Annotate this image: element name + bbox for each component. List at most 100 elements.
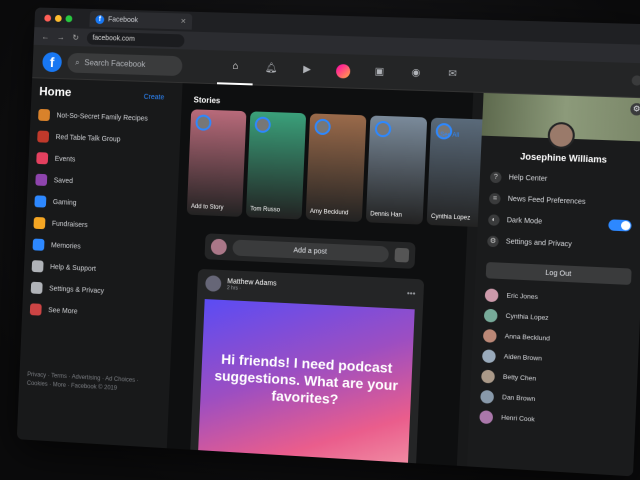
close-tab-icon[interactable]: ✕ [180, 17, 186, 25]
video-icon[interactable]: ▶ [288, 52, 325, 87]
more-options-icon[interactable]: ••• [407, 288, 416, 297]
photo-icon[interactable] [394, 247, 410, 263]
story-card[interactable]: Dennis Han [365, 115, 428, 225]
sidebar-footer: Privacy · Terms · Advertising · Ad Choic… [26, 371, 139, 392]
post-text: Hi friends! I need podcast suggestions. … [214, 350, 399, 407]
minimize-window-button[interactable] [54, 14, 62, 22]
forward-icon[interactable]: → [57, 32, 65, 41]
post-status-card: Hi friends! I need podcast suggestions. … [198, 299, 415, 463]
contact-name: Dan Brown [501, 393, 536, 403]
marketplace-icon[interactable]: ▣ [361, 54, 399, 89]
profile-avatar[interactable] [547, 121, 576, 150]
story-avatar [195, 114, 212, 131]
sidebar-item-icon [32, 238, 45, 251]
see-all-link[interactable]: See All [440, 132, 459, 139]
contact-name: Aiden Brown [503, 352, 543, 363]
left-sidebar: Home Create Not-So-Secret Family Recipes… [17, 78, 173, 447]
sidebar-item-icon [37, 130, 50, 143]
groups-icon[interactable]: ◉ [397, 55, 435, 91]
story-avatar [314, 118, 332, 136]
sidebar-title: Home [39, 84, 72, 100]
avatar [483, 308, 498, 323]
create-link[interactable]: Create [144, 94, 165, 102]
stories-row: Add to Story Tom Russo Amy Becklund Dennis … [186, 109, 489, 228]
avatar [210, 238, 228, 256]
story-name: Amy Becklund [309, 208, 349, 217]
story-name: Cynthia Lopez [430, 213, 471, 222]
url-text: facebook.com [92, 34, 135, 43]
avatar [484, 287, 499, 302]
menu-item-icon: ⚙ [487, 235, 499, 248]
contact-name: Eric Jones [506, 291, 539, 301]
home-icon[interactable]: ⌂ [216, 49, 255, 85]
story-avatar [254, 116, 272, 134]
avatar [480, 389, 495, 404]
story-card[interactable]: Amy Becklund [305, 113, 367, 223]
facebook-logo-icon[interactable]: f [42, 51, 63, 72]
messenger-icon[interactable]: ✉ [433, 56, 471, 92]
profile-cover: ⚙ [481, 92, 640, 150]
sidebar-item-icon [30, 281, 43, 295]
scene-background: f Facebook ✕ ← → ↻ facebook.com f ⌕ Sear… [0, 0, 640, 480]
sidebar-item-label: Fundraisers [51, 220, 88, 229]
sidebar-item-icon [36, 152, 49, 165]
search-icon: ⌕ [75, 57, 80, 67]
add-post-button[interactable]: Add a post [232, 239, 390, 263]
contact-name: Cynthia Lopez [505, 312, 549, 322]
story-name: Tom Russo [250, 206, 281, 214]
contacts-list: Eric Jones Cynthia Lopez Anna Becklund Aide… [469, 284, 640, 435]
dark-mode-toggle[interactable] [608, 219, 632, 232]
avatar [481, 348, 496, 363]
profile-nav-avatar[interactable] [324, 53, 362, 88]
contact-name: Henri Cook [501, 413, 535, 423]
gear-icon[interactable]: ⚙ [630, 102, 640, 116]
composer: Add a post [204, 233, 416, 269]
sidebar-item-icon [29, 303, 42, 316]
sidebar-item-label: Help & Support [49, 263, 97, 273]
sidebar-item-icon [35, 173, 48, 186]
menu-item-label: Dark Mode [506, 217, 543, 226]
url-field[interactable]: facebook.com [86, 31, 185, 47]
maximize-window-button[interactable] [65, 14, 73, 22]
menu-item-icon: ◐ [488, 214, 500, 226]
reload-icon[interactable]: ↻ [72, 33, 79, 42]
feed-post: Matthew Adams 2 hrs · ••• Hi friends! I … [190, 268, 425, 464]
stories-heading: Stories [193, 95, 221, 106]
sidebar-item-icon [38, 108, 51, 122]
sidebar-item-icon [33, 216, 46, 230]
story-card[interactable]: Add to Story [186, 109, 247, 217]
account-icon[interactable] [631, 74, 640, 86]
contact-name: Betty Chen [502, 373, 537, 383]
close-window-button[interactable] [44, 14, 52, 22]
facebook-favicon-icon: f [95, 14, 105, 24]
account-menu: ? Help Center ≡ News Feed Preferences ◐ Dark … [476, 160, 640, 265]
story-avatar [374, 120, 392, 138]
contact-name: Anna Becklund [504, 332, 551, 343]
avatar [482, 328, 497, 343]
bell-icon[interactable]: 🔔︎ [253, 51, 290, 86]
post-author-avatar[interactable] [205, 275, 222, 292]
top-right-controls [631, 74, 640, 86]
avatar [479, 409, 494, 424]
menu-item-icon: ? [489, 171, 502, 184]
search-input[interactable]: ⌕ Search Facebook [67, 52, 183, 76]
browser-tab[interactable]: f Facebook ✕ [89, 10, 193, 30]
sidebar-item-label: Settings & Privacy [49, 285, 105, 295]
menu-item-icon: ≡ [488, 192, 501, 205]
menu-item-label: Help Center [508, 174, 548, 183]
story-name: Dennis Han [370, 211, 403, 219]
sidebar-item-icon [34, 195, 47, 208]
sidebar-item-label: Events [54, 155, 76, 163]
back-icon[interactable]: ← [41, 32, 49, 41]
sidebar-item-label: Saved [53, 176, 74, 185]
story-card[interactable]: Tom Russo [245, 111, 307, 220]
log-out-button[interactable]: Log Out [485, 261, 632, 285]
right-panel: ⚙ Josephine Williams ? Help Center ≡ News F… [467, 92, 640, 477]
story-name: Add to Story [190, 203, 224, 212]
menu-item-label: News Feed Preferences [507, 195, 586, 206]
sidebar-item-label: Memories [50, 241, 81, 251]
menu-item-label: Settings and Privacy [505, 238, 573, 249]
news-feed: Stories Add to Story Tom Russo Amy Becklun… [166, 83, 489, 466]
sidebar-item-label: Red Table Talk Group [55, 133, 121, 143]
avatar [481, 369, 496, 384]
